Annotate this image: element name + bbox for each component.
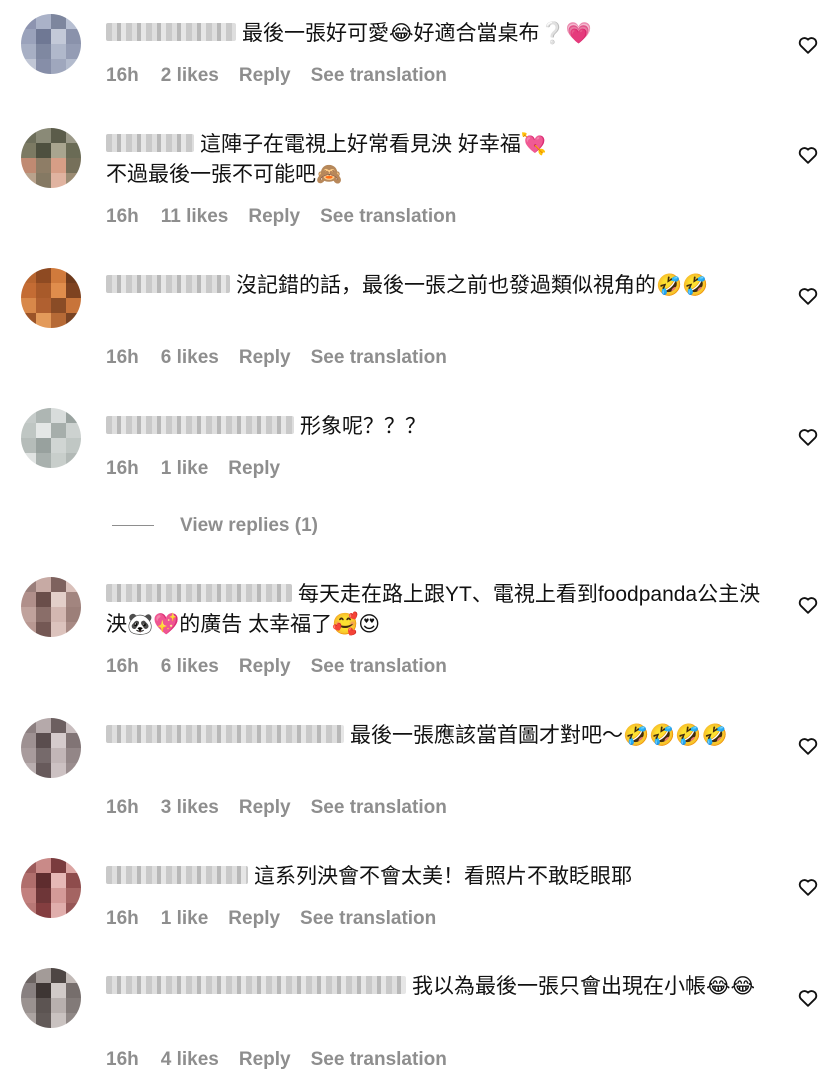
likes-count[interactable]: 1 like <box>161 458 209 479</box>
avatar[interactable] <box>21 14 81 74</box>
avatar[interactable] <box>21 577 81 637</box>
see-translation-link[interactable]: See translation <box>311 347 447 368</box>
username[interactable] <box>106 275 230 293</box>
see-translation-link[interactable]: See translation <box>300 908 436 929</box>
divider-line <box>112 525 154 527</box>
avatar[interactable] <box>21 858 81 918</box>
view-replies-label: View replies (1) <box>180 515 318 536</box>
comment-meta: 16h 6 likes Reply See translation <box>106 347 467 369</box>
see-translation-link[interactable]: See translation <box>311 797 447 818</box>
comment-text: 這系列泱會不會太美！看照片不敢眨眼耶 <box>106 862 776 892</box>
timestamp: 16h <box>106 206 139 227</box>
username[interactable] <box>106 725 344 743</box>
see-translation-link[interactable]: See translation <box>311 1049 447 1070</box>
see-translation-link[interactable]: See translation <box>311 656 447 677</box>
heart-icon[interactable] <box>797 987 819 1009</box>
avatar[interactable] <box>21 968 81 1028</box>
timestamp: 16h <box>106 458 139 479</box>
comment-text: 最後一張應該當首圖才對吧～🤣🤣🤣🤣 <box>106 721 776 751</box>
heart-icon[interactable] <box>797 285 819 307</box>
username[interactable] <box>106 584 292 602</box>
comment-text: 我以為最後一張只會出現在小帳😂😂 <box>106 972 776 1002</box>
timestamp: 16h <box>106 1049 139 1070</box>
likes-count[interactable]: 6 likes <box>161 347 219 368</box>
timestamp: 16h <box>106 908 139 929</box>
comment-meta: 16h 6 likes Reply See translation <box>106 656 467 678</box>
username[interactable] <box>106 134 194 152</box>
username[interactable] <box>106 866 248 884</box>
likes-count[interactable]: 3 likes <box>161 797 219 818</box>
reply-button[interactable]: Reply <box>239 797 291 818</box>
comment-meta: 16h 4 likes Reply See translation <box>106 1049 467 1071</box>
heart-icon[interactable] <box>797 735 819 757</box>
timestamp: 16h <box>106 656 139 677</box>
comment-meta: 16h 3 likes Reply See translation <box>106 797 467 819</box>
view-replies-button[interactable]: View replies (1) <box>112 515 318 537</box>
avatar[interactable] <box>21 408 81 468</box>
avatar[interactable] <box>21 268 81 328</box>
see-translation-link[interactable]: See translation <box>320 206 456 227</box>
heart-icon[interactable] <box>797 144 819 166</box>
avatar[interactable] <box>21 718 81 778</box>
timestamp: 16h <box>106 797 139 818</box>
reply-button[interactable]: Reply <box>228 908 280 929</box>
comment-text: 最後一張好可愛😂好適合當桌布❔💗 <box>106 19 776 49</box>
comment-text: 形象呢？？？ <box>106 412 776 442</box>
likes-count[interactable]: 6 likes <box>161 656 219 677</box>
reply-button[interactable]: Reply <box>228 458 280 479</box>
comment-meta: 16h 1 like Reply See translation <box>106 908 456 930</box>
reply-button[interactable]: Reply <box>239 1049 291 1070</box>
reply-button[interactable]: Reply <box>239 65 291 86</box>
timestamp: 16h <box>106 65 139 86</box>
username[interactable] <box>106 23 236 41</box>
username[interactable] <box>106 416 294 434</box>
likes-count[interactable]: 4 likes <box>161 1049 219 1070</box>
comment-meta: 16h 1 like Reply <box>106 458 300 480</box>
timestamp: 16h <box>106 347 139 368</box>
comment-meta: 16h 11 likes Reply See translation <box>106 206 476 228</box>
see-translation-link[interactable]: See translation <box>311 65 447 86</box>
heart-icon[interactable] <box>797 876 819 898</box>
avatar[interactable] <box>21 128 81 188</box>
likes-count[interactable]: 1 like <box>161 908 209 929</box>
heart-icon[interactable] <box>797 594 819 616</box>
comment-text: 每天走在路上跟YT、電視上看到foodpanda公主泱泱🐼💖的廣告 太幸福了🥰😍 <box>106 583 761 636</box>
comment-text: 沒記錯的話，最後一張之前也發過類似視角的🤣🤣 <box>106 271 776 301</box>
comment-meta: 16h 2 likes Reply See translation <box>106 65 467 87</box>
comment-text: 這陣子在電視上好常看見泱 好幸福💘 不過最後一張不可能吧🙈 <box>106 133 547 186</box>
reply-button[interactable]: Reply <box>239 347 291 368</box>
username[interactable] <box>106 976 406 994</box>
likes-count[interactable]: 11 likes <box>161 206 229 227</box>
reply-button[interactable]: Reply <box>239 656 291 677</box>
reply-button[interactable]: Reply <box>248 206 300 227</box>
heart-icon[interactable] <box>797 34 819 56</box>
heart-icon[interactable] <box>797 426 819 448</box>
likes-count[interactable]: 2 likes <box>161 65 219 86</box>
